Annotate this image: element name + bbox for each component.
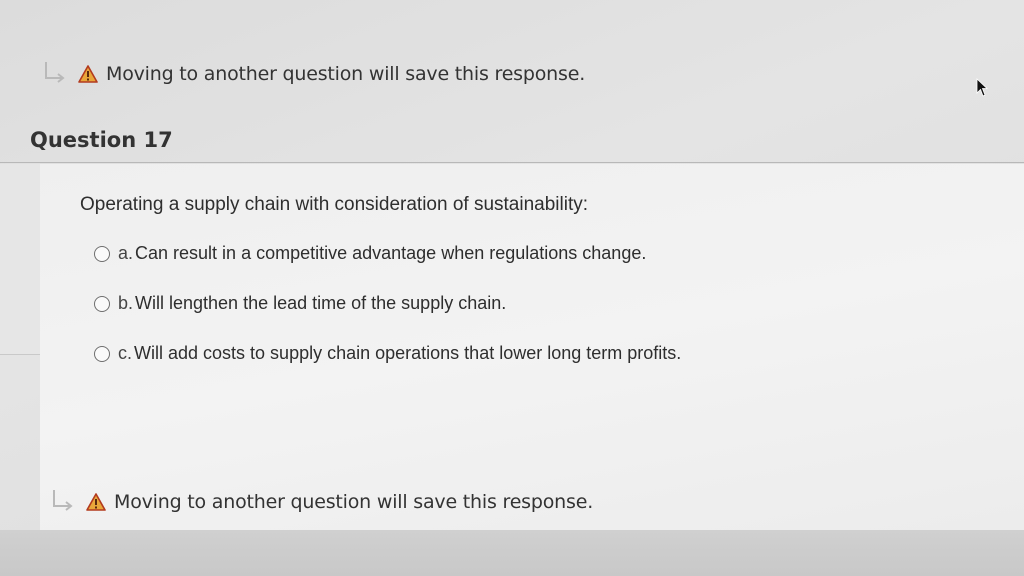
- option-text: Will lengthen the lead time of the suppl…: [135, 293, 507, 313]
- return-arrow-icon: [53, 490, 73, 511]
- radio-button-c[interactable]: [94, 345, 110, 362]
- save-notice-top: Moving to another question will save thi…: [40, 58, 585, 90]
- bottom-band: [0, 530, 1024, 576]
- warning-icon: [86, 493, 106, 511]
- warning-icon: [78, 65, 98, 83]
- option-letter: a.: [118, 243, 134, 263]
- radio-button-b[interactable]: [94, 295, 110, 312]
- left-gutter: [0, 164, 40, 355]
- option-letter: c.: [118, 343, 133, 363]
- save-notice-bottom: Moving to another question will save thi…: [48, 486, 593, 518]
- answer-option-a[interactable]: a. Can result in a competitive advantage…: [94, 243, 646, 264]
- radio-button-a[interactable]: [94, 245, 110, 262]
- answer-option-b[interactable]: b. Will lengthen the lead time of the su…: [94, 293, 506, 314]
- save-notice-text: Moving to another question will save thi…: [106, 63, 586, 85]
- option-text: Can result in a competitive advantage wh…: [135, 243, 647, 263]
- option-text: Will add costs to supply chain operation…: [134, 343, 682, 363]
- option-letter: b.: [118, 293, 134, 313]
- question-prompt: Operating a supply chain with considerat…: [80, 194, 589, 215]
- save-notice-text: Moving to another question will save thi…: [114, 491, 594, 513]
- question-header: Question 17: [0, 118, 1024, 163]
- answer-option-c[interactable]: c. Will add costs to supply chain operat…: [94, 343, 681, 364]
- question-title: Question 17: [30, 128, 173, 152]
- mouse-cursor-icon: [976, 78, 989, 97]
- return-arrow-icon: [45, 62, 65, 83]
